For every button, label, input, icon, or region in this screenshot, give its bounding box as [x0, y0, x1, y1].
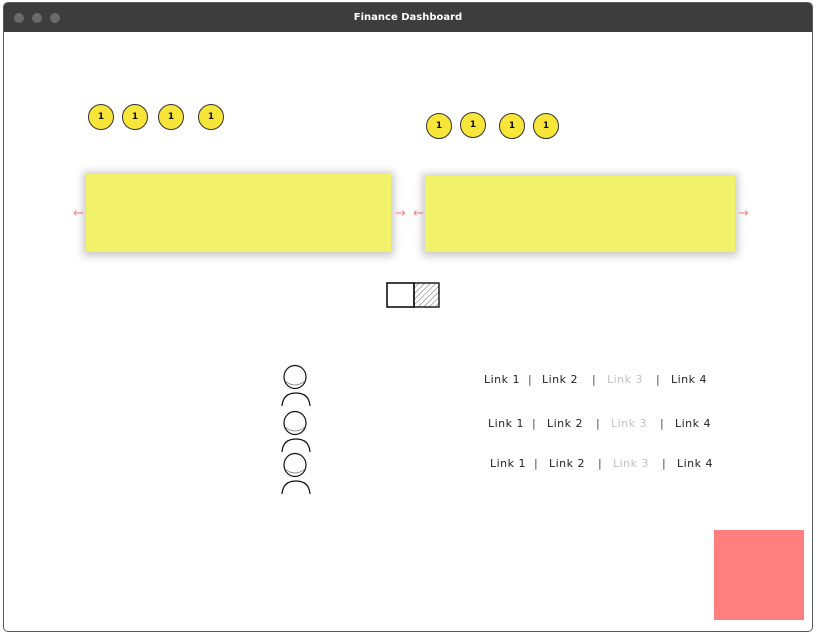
link-4[interactable]: Link 4: [675, 417, 711, 430]
badge[interactable]: 1: [499, 113, 525, 139]
link-separator: |: [662, 457, 667, 470]
link-1[interactable]: Link 1: [484, 373, 520, 386]
badge[interactable]: 1: [122, 104, 148, 130]
link-2[interactable]: Link 2: [547, 417, 583, 430]
link-bar: Link 1 | Link 2 | Link 3 | Link 4: [488, 417, 728, 433]
link-separator: |: [528, 373, 533, 386]
link-bar: Link 1 | Link 2 | Link 3 | Link 4: [490, 457, 730, 473]
link-1[interactable]: Link 1: [488, 417, 524, 430]
link-separator: |: [656, 373, 661, 386]
link-separator: |: [598, 457, 603, 470]
title-bar: Finance Dashboard: [4, 3, 812, 32]
sticky-note-right: [425, 176, 735, 252]
link-bar: Link 1 | Link 2 | Link 3 | Link 4: [484, 373, 724, 389]
link-3-disabled: Link 3: [613, 457, 650, 470]
arrow-right-icon[interactable]: →: [395, 207, 406, 220]
person-icon: [281, 452, 311, 495]
link-1[interactable]: Link 1: [490, 457, 526, 470]
person-icon: [281, 364, 311, 407]
window-title: Finance Dashboard: [353, 12, 463, 23]
link-4[interactable]: Link 4: [671, 373, 707, 386]
placeholder-box: [714, 530, 804, 620]
badge[interactable]: 1: [88, 104, 114, 130]
badge[interactable]: 1: [158, 104, 184, 130]
arrow-left-icon[interactable]: ←: [73, 207, 84, 220]
link-4[interactable]: Link 4: [677, 457, 713, 470]
link-separator: |: [534, 457, 539, 470]
badge[interactable]: 1: [460, 112, 486, 138]
link-separator: |: [596, 417, 601, 430]
badge[interactable]: 1: [198, 104, 224, 130]
toggle-switch[interactable]: [386, 282, 440, 308]
link-3-disabled: Link 3: [607, 373, 644, 386]
link-separator: |: [532, 417, 537, 430]
arrow-right-icon[interactable]: →: [738, 207, 749, 220]
badge[interactable]: 1: [426, 113, 452, 139]
sticky-note-left: [86, 174, 391, 252]
arrow-left-icon[interactable]: ←: [413, 207, 424, 220]
link-2[interactable]: Link 2: [549, 457, 585, 470]
link-2[interactable]: Link 2: [542, 373, 578, 386]
app-window: Finance Dashboard: [3, 2, 813, 632]
link-3-disabled: Link 3: [611, 417, 648, 430]
person-icon: [281, 410, 311, 453]
badge[interactable]: 1: [533, 113, 559, 139]
link-separator: |: [660, 417, 665, 430]
link-separator: |: [592, 373, 597, 386]
